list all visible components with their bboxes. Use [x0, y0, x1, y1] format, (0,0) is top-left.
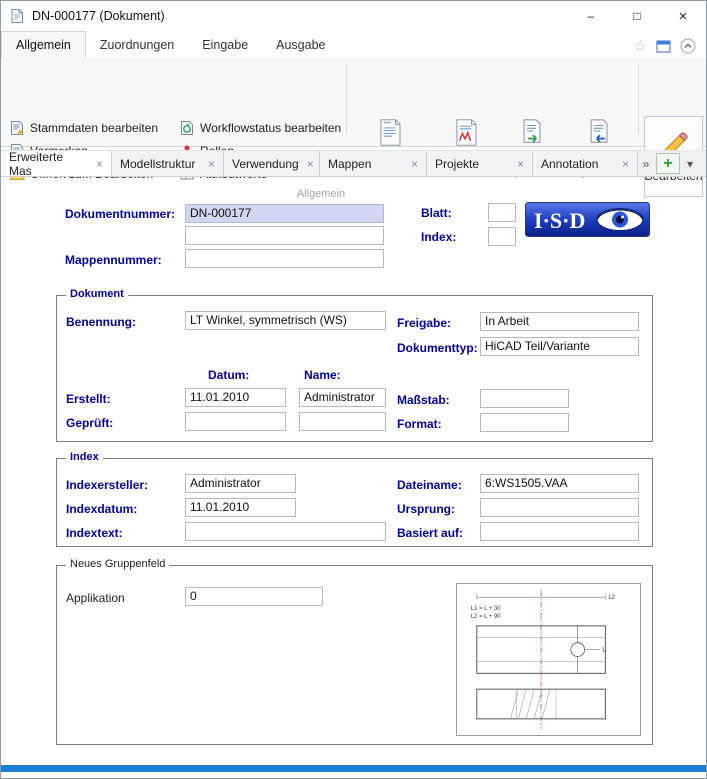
ursprung-field[interactable] — [480, 498, 639, 517]
dokument-group-legend: Dokument — [66, 288, 128, 300]
dokumentnummer-label: Dokumentnummer: — [65, 207, 175, 221]
geprueft-label: Geprüft: — [66, 416, 113, 430]
technical-drawing: L1 = L + 30 L2 = L + 90 L2 L — [456, 583, 641, 736]
window-title: DN-000177 (Dokument) — [32, 9, 165, 23]
gruppenfeld-group-legend: Neues Gruppenfeld — [66, 558, 169, 570]
format-field[interactable] — [480, 413, 569, 432]
mappennummer-field[interactable] — [185, 249, 384, 268]
ribbon-tab-zuordnungen[interactable]: Zuordnungen — [86, 32, 188, 58]
basiert-auf-field[interactable] — [480, 522, 639, 541]
window-controls: – □ × — [568, 1, 706, 31]
ribbon-tab-eingabe[interactable]: Eingabe — [188, 32, 262, 58]
geprueft-datum-field[interactable] — [185, 412, 286, 431]
svg-text:L2: L2 — [608, 595, 615, 601]
minimize-button[interactable]: – — [568, 1, 614, 31]
collapse-ribbon-icon[interactable] — [680, 38, 696, 54]
erstellt-name-field[interactable]: Administrator — [299, 388, 386, 407]
file-export-icon — [521, 118, 544, 149]
name-column-header: Name: — [304, 368, 341, 382]
close-button[interactable]: × — [660, 1, 706, 31]
tab-annotation[interactable]: Annotation × — [533, 151, 638, 176]
benennung-label: Benennung: — [66, 315, 136, 329]
dokumentnummer-field[interactable]: DN-000177 — [185, 204, 384, 223]
indextext-label: Indextext: — [66, 526, 123, 540]
window-bottom-accent — [1, 765, 706, 772]
indexersteller-label: Indexersteller: — [66, 478, 148, 492]
freigabe-field[interactable]: In Arbeit — [480, 312, 639, 331]
dateiname-label: Dateiname: — [397, 478, 462, 492]
ribbon-body: Stammdaten bearbeiten Vormerken Öffnen z… — [1, 58, 706, 147]
close-tab-icon[interactable]: × — [96, 157, 103, 171]
index-field[interactable] — [488, 227, 516, 246]
tab-erweiterte-maske[interactable]: Erweiterte Mas × — [1, 151, 112, 176]
favorite-star-icon[interactable]: ☆ — [634, 39, 647, 54]
close-tab-icon[interactable]: × — [208, 157, 215, 171]
index-group-legend: Index — [66, 451, 103, 463]
ribbon-separator — [638, 64, 639, 134]
workflowstatus-bearbeiten-button[interactable]: Workflowstatus bearbeiten — [179, 120, 341, 136]
workflow-status-icon — [179, 120, 195, 136]
close-tab-icon[interactable]: × — [622, 157, 629, 171]
indextext-field[interactable] — [185, 522, 386, 541]
tab-overflow-icon[interactable]: » — [638, 151, 654, 176]
svg-text:L2 = L + 90: L2 = L + 90 — [471, 614, 501, 620]
ribbon-group-label: Allgemein — [1, 188, 641, 200]
dokumenttyp-label: Dokumenttyp: — [397, 341, 478, 355]
dokumentnummer2-field[interactable] — [185, 226, 384, 245]
applikation-field[interactable]: 0 — [185, 587, 323, 606]
maximize-button[interactable]: □ — [614, 1, 660, 31]
blatt-field[interactable] — [488, 203, 516, 222]
file-import-icon — [588, 118, 611, 149]
tab-projekte[interactable]: Projekte × — [427, 151, 533, 176]
dokumenttyp-field[interactable]: HiCAD Teil/Variante — [480, 337, 639, 356]
massstab-field[interactable] — [480, 389, 569, 408]
ribbon-separator — [346, 64, 347, 134]
tab-modellstruktur[interactable]: Modellstruktur × — [112, 151, 224, 176]
dateiname-field[interactable]: 6:WS1505.VAA — [480, 474, 639, 493]
erstellt-label: Erstellt: — [66, 392, 111, 406]
tab-mappen[interactable]: Mappen × — [320, 151, 427, 176]
svg-text:L1 = L + 30: L1 = L + 30 — [471, 606, 501, 612]
geprueft-name-field[interactable] — [299, 412, 386, 431]
freigabe-label: Freigabe: — [397, 316, 451, 330]
basiert-auf-label: Basiert auf: — [397, 526, 463, 540]
erstellt-datum-field[interactable]: 11.01.2010 — [185, 388, 286, 407]
blatt-label: Blatt: — [421, 206, 452, 220]
panel-icon[interactable] — [656, 39, 671, 54]
isd-logo-text: I·S·D — [534, 208, 585, 233]
ribbon-tab-row: Allgemein Zuordnungen Eingabe Ausgabe ☆ — [1, 31, 706, 58]
mappennummer-label: Mappennummer: — [65, 253, 162, 267]
ribbon-tab-ausgabe[interactable]: Ausgabe — [262, 32, 339, 58]
tab-verwendung[interactable]: Verwendung × — [224, 151, 320, 176]
titlebar: DN-000177 (Dokument) – □ × — [1, 1, 706, 31]
document-tab-strip: Erweiterte Mas × Modellstruktur × Verwen… — [1, 150, 706, 177]
app-window: DN-000177 (Dokument) – □ × Allgemein Zuo… — [0, 0, 707, 779]
ribbon-tab-allgemein[interactable]: Allgemein — [1, 31, 86, 58]
indexdatum-label: Indexdatum: — [66, 502, 137, 516]
indexersteller-field[interactable]: Administrator — [185, 474, 296, 493]
benennung-field[interactable]: LT Winkel, symmetrisch (WS) — [185, 311, 386, 330]
close-tab-icon[interactable]: × — [307, 157, 314, 171]
stammdaten-bearbeiten-button[interactable]: Stammdaten bearbeiten — [9, 120, 158, 136]
isd-logo: I·S·D — [525, 202, 650, 237]
tab-list-dropdown-icon[interactable]: ▾ — [682, 151, 698, 176]
note-documents-icon — [378, 118, 402, 150]
close-tab-icon[interactable]: × — [411, 157, 418, 171]
edit-masterdata-icon — [9, 120, 25, 136]
add-tab-button[interactable]: + — [656, 153, 680, 174]
format-label: Format: — [397, 417, 442, 431]
applikation-label: Applikation — [66, 591, 125, 605]
massstab-label: Maßstab: — [397, 393, 450, 407]
index-label: Index: — [421, 230, 456, 244]
close-tab-icon[interactable]: × — [517, 157, 524, 171]
datum-column-header: Datum: — [208, 368, 249, 382]
indexdatum-field[interactable]: 11.01.2010 — [185, 498, 296, 517]
markup-icon — [454, 118, 478, 150]
document-icon — [9, 8, 25, 24]
ursprung-label: Ursprung: — [397, 502, 455, 516]
